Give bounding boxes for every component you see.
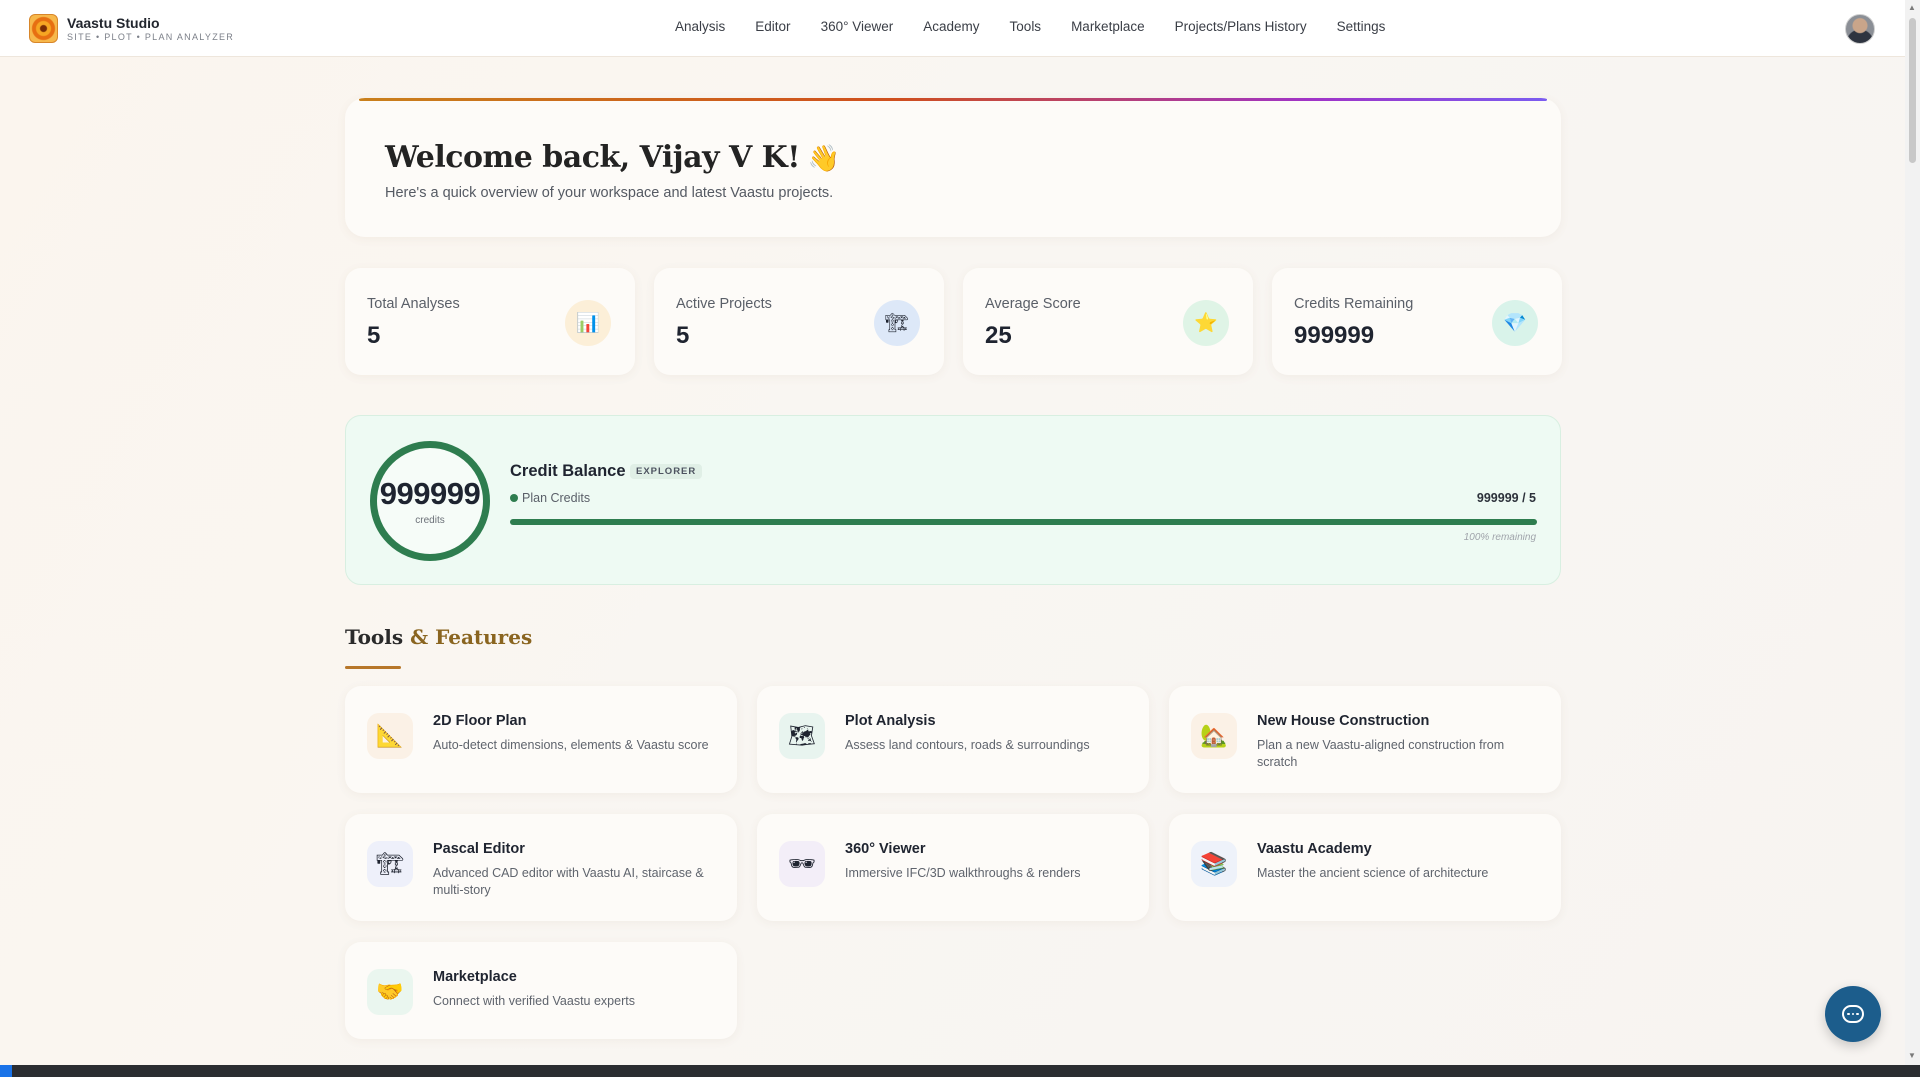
stat-value: 5 — [676, 322, 690, 349]
waving-hand-icon: 👋 — [807, 144, 840, 174]
tool-name: Marketplace — [433, 969, 517, 985]
vertical-scrollbar[interactable]: ▲ ▼ — [1905, 0, 1920, 1065]
construction-icon: 🏗 — [367, 841, 413, 887]
nav-tools[interactable]: Tools — [1010, 19, 1042, 34]
tool-name: 2D Floor Plan — [433, 713, 527, 729]
nav-projects-history[interactable]: Projects/Plans History — [1175, 19, 1307, 34]
handshake-icon: 🤝 — [367, 969, 413, 1015]
taskbar-accent — [0, 1065, 12, 1077]
nav-analysis[interactable]: Analysis — [675, 19, 725, 34]
tool-description: Advanced CAD editor with Vaastu AI, stai… — [433, 866, 704, 897]
section-title: Tools & Features — [345, 625, 532, 649]
gem-icon: 💎 — [1492, 300, 1538, 346]
stat-value: 25 — [985, 322, 1012, 349]
nav-academy[interactable]: Academy — [923, 19, 979, 34]
tool-name: New House Construction — [1257, 713, 1430, 729]
brand-title: Vaastu Studio — [67, 14, 160, 31]
bar-chart-icon: 📊 — [565, 300, 611, 346]
house-icon: 🏡 — [1191, 713, 1237, 759]
tool-card-plot-analysis[interactable]: 🗺 Plot Analysis Assess land contours, ro… — [757, 686, 1149, 793]
stat-label: Average Score — [985, 296, 1081, 312]
credit-ring-value: 999999 — [379, 476, 481, 511]
scroll-up-arrow-icon[interactable]: ▲ — [1908, 3, 1916, 12]
section-underline — [345, 666, 401, 669]
credit-ring: 999999 credits — [370, 441, 490, 561]
tool-card-new-house-construction[interactable]: 🏡 New House Construction Plan a new Vaas… — [1169, 686, 1561, 793]
credit-ring-label: credits — [415, 515, 445, 526]
vr-glasses-icon: 🕶 — [779, 841, 825, 887]
tool-card-vaastu-academy[interactable]: 📚 Vaastu Academy Master the ancient scie… — [1169, 814, 1561, 921]
stat-card-credits-remaining: Credits Remaining 999999 💎 — [1272, 268, 1562, 375]
chat-button[interactable] — [1825, 986, 1881, 1042]
construction-icon: 🏗 — [874, 300, 920, 346]
welcome-card: Welcome back, Vijay V K! 👋 Here's a quick… — [345, 98, 1561, 237]
tool-description: Master the ancient science of architectu… — [1257, 866, 1489, 880]
stat-label: Credits Remaining — [1294, 296, 1414, 312]
star-icon: ⭐ — [1183, 300, 1229, 346]
scroll-down-arrow-icon[interactable]: ▼ — [1908, 1051, 1916, 1060]
section-title-b: & Features — [410, 625, 533, 649]
nav-editor[interactable]: Editor — [755, 19, 790, 34]
brand-logo-icon — [29, 14, 58, 43]
plan-credits-label: Plan Credits — [522, 491, 591, 505]
tool-name: 360° Viewer — [845, 841, 926, 857]
stat-value: 999999 — [1294, 322, 1375, 349]
stat-card-active-projects: Active Projects 5 🏗 — [654, 268, 944, 375]
map-icon: 🗺 — [779, 713, 825, 759]
credit-balance-card: 999999 credits Credit Balance EXPLORER P… — [345, 415, 1561, 585]
stat-label: Active Projects — [676, 296, 772, 312]
tool-description: Immersive IFC/3D walkthroughs & renders — [845, 866, 1081, 880]
tool-card-marketplace[interactable]: 🤝 Marketplace Connect with verified Vaas… — [345, 942, 737, 1039]
stat-value: 5 — [367, 322, 381, 349]
stat-card-average-score: Average Score 25 ⭐ — [963, 268, 1253, 375]
tool-description: Plan a new Vaastu-aligned construction f… — [1257, 738, 1505, 769]
bottom-taskbar — [0, 1065, 1920, 1077]
stat-card-total-analyses: Total Analyses 5 📊 — [345, 268, 635, 375]
welcome-title: Welcome back, Vijay V K! 👋 — [385, 140, 840, 175]
remaining-label: 100% remaining — [1463, 532, 1536, 543]
chat-icon — [1842, 1005, 1864, 1023]
plan-credits-count: 999999 / 5 — [1476, 491, 1536, 505]
tool-description: Auto-detect dimensions, elements & Vaast… — [433, 738, 709, 752]
nav-360-viewer[interactable]: 360° Viewer — [821, 19, 894, 34]
user-avatar[interactable] — [1845, 14, 1875, 44]
tool-name: Vaastu Academy — [1257, 841, 1372, 857]
nav-settings[interactable]: Settings — [1337, 19, 1386, 34]
credit-balance-title: Credit Balance — [510, 462, 626, 480]
credit-progress-bar — [510, 519, 1537, 525]
tool-name: Plot Analysis — [845, 713, 936, 729]
section-title-a: Tools — [345, 625, 411, 649]
tier-badge: EXPLORER — [630, 464, 703, 479]
tool-name: Pascal Editor — [433, 841, 525, 857]
tool-card-2d-floor-plan[interactable]: 📐 2D Floor Plan Auto-detect dimensions, … — [345, 686, 737, 793]
welcome-title-text: Welcome back, Vijay V K! — [385, 140, 800, 175]
brand-subtitle: SITE • PLOT • PLAN ANALYZER — [67, 31, 235, 42]
stat-label: Total Analyses — [367, 296, 460, 312]
tool-description: Connect with verified Vaastu experts — [433, 994, 635, 1008]
welcome-subtitle: Here's a quick overview of your workspac… — [385, 185, 834, 201]
tool-description: Assess land contours, roads & surroundin… — [845, 738, 1090, 752]
brand[interactable]: Vaastu Studio SITE • PLOT • PLAN ANALYZE… — [29, 14, 234, 43]
tool-card-360-viewer[interactable]: 🕶 360° Viewer Immersive IFC/3D walkthrou… — [757, 814, 1149, 921]
main-nav: Analysis Editor 360° Viewer Academy Tool… — [675, 19, 1415, 34]
books-icon: 📚 — [1191, 841, 1237, 887]
scrollbar-thumb[interactable] — [1909, 18, 1916, 163]
nav-marketplace[interactable]: Marketplace — [1071, 19, 1145, 34]
credit-progress-fill — [510, 519, 1537, 525]
ruler-triangle-icon: 📐 — [367, 713, 413, 759]
tool-card-pascal-editor[interactable]: 🏗 Pascal Editor Advanced CAD editor with… — [345, 814, 737, 921]
status-dot-icon — [510, 494, 518, 502]
top-header: Vaastu Studio SITE • PLOT • PLAN ANALYZE… — [0, 0, 1905, 57]
